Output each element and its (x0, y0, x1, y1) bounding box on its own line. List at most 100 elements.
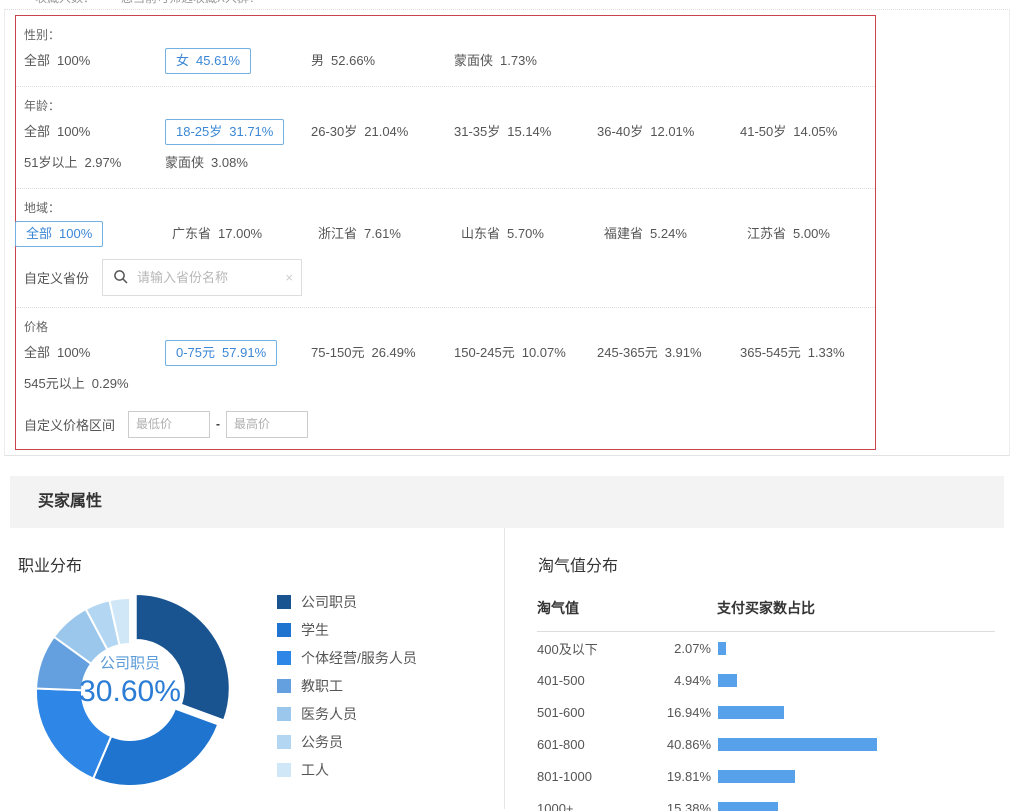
donut-slice-公司职员[interactable] (136, 594, 230, 720)
filter-option-price-245-365元[interactable]: 245-365元3.91% (597, 345, 702, 360)
age-section-label: 年龄： (24, 93, 875, 116)
filter-option-name: 全部 (26, 226, 52, 241)
donut-slice-学生[interactable] (93, 709, 218, 786)
filter-option-region-山东省[interactable]: 山东省5.70% (461, 226, 544, 241)
filter-option-region-福建省[interactable]: 福建省 5.24% (604, 226, 687, 241)
taoqi-table-header: 淘气值 支付买家数占比 (537, 598, 995, 632)
legend-item-公务员[interactable]: 公务员 (277, 728, 417, 756)
legend-swatch (277, 679, 291, 693)
buyer-attributes-body: 职业分布 公司职员 30.60% 公司职员学生个体经营/服务人员教职工医务人员公… (0, 528, 1014, 809)
filter-option-age-51岁以上[interactable]: 51岁以上2.97% (24, 155, 121, 170)
custom-province-label: 自定义省份 (24, 268, 89, 287)
donut-slice-个体经营/服务人员[interactable] (36, 688, 111, 778)
filter-option-value: 5.24% (650, 226, 687, 241)
filter-option-name: 山东省 (461, 226, 500, 241)
filter-option-name: 0-75元 (176, 345, 215, 360)
filter-option-age-36-40岁[interactable]: 36-40岁12.01% (597, 124, 694, 139)
filter-option-region-广东省[interactable]: 广东省17.00% (172, 226, 262, 241)
filter-option-gender-全部[interactable]: 全部100% (24, 53, 90, 68)
province-search-box[interactable]: × (102, 259, 302, 296)
filter-option-value: 17.00% (218, 226, 262, 241)
clear-search-icon[interactable]: × (285, 270, 293, 285)
taoqi-bar (718, 770, 795, 783)
legend-label: 教职工 (301, 676, 343, 696)
legend-swatch (277, 595, 291, 609)
legend-item-工人[interactable]: 工人 (277, 756, 417, 784)
legend-swatch (277, 651, 291, 665)
age-options-row: 全部100% 18-25岁31.71% 26-30岁21.04% 31-35岁15.1… (24, 116, 875, 147)
filter-option-gender-男[interactable]: 男52.66% (311, 53, 375, 68)
max-price-input[interactable] (226, 411, 308, 438)
filter-option-gender-蒙面侠[interactable]: 蒙面侠1.73% (454, 53, 537, 68)
filter-option-value: 5.00% (793, 226, 830, 241)
filter-option-age-蒙面侠[interactable]: 蒙面侠3.08% (165, 155, 248, 170)
filter-option-price-0-75元[interactable]: 0-75元57.91% (165, 340, 277, 366)
legend-item-医务人员[interactable]: 医务人员 (277, 700, 417, 728)
donut-svg[interactable] (14, 576, 246, 808)
filter-option-price-150-245元[interactable]: 150-245元10.07% (454, 345, 566, 360)
filter-option-value: 1.33% (808, 345, 845, 360)
filter-option-region-全部[interactable]: 全部100% (15, 221, 103, 247)
filter-slot: 广东省17.00% (172, 218, 318, 249)
legend-item-公司职员[interactable]: 公司职员 (277, 588, 417, 616)
filter-option-age-26-30岁[interactable]: 26-30岁21.04% (311, 124, 408, 139)
min-price-input[interactable] (128, 411, 210, 438)
collect-count-label: 收藏人数： (35, 0, 95, 5)
taoqi-bar (718, 674, 737, 687)
legend-item-学生[interactable]: 学生 (277, 616, 417, 644)
filter-option-value: 7.61% (364, 226, 401, 241)
filter-slot: 男52.66% (311, 45, 454, 76)
filter-slot: 江苏省5.00% (747, 218, 890, 249)
legend-item-个体经营/服务人员[interactable]: 个体经营/服务人员 (277, 644, 417, 672)
filter-option-value: 15.14% (507, 124, 551, 139)
filter-option-age-全部[interactable]: 全部100% (24, 124, 90, 139)
filter-slot: 31-35岁15.14% (454, 116, 597, 147)
filter-option-price-全部[interactable]: 全部 100% (24, 345, 90, 360)
taoqi-percent-value: 16.94% (657, 705, 711, 720)
filter-option-name: 女 (176, 53, 189, 68)
filter-option-name: 浙江省 (318, 226, 357, 241)
filter-option-value: 3.91% (665, 345, 702, 360)
filter-option-value: 100% (57, 345, 90, 360)
filter-section-age: 年龄： 全部100% 18-25岁31.71% 26-30岁21.04% 31-35岁1… (16, 86, 875, 188)
filter-option-value: 12.01% (650, 124, 694, 139)
range-dash: - (216, 417, 220, 431)
filter-option-age-31-35岁[interactable]: 31-35岁15.14% (454, 124, 551, 139)
province-search-input[interactable] (137, 270, 275, 285)
price-options-row: 全部 100% 0-75元57.91% 75-150元26.49% 150-245元10… (24, 337, 875, 368)
filter-option-name: 全部 (24, 124, 50, 139)
collect-count-row-clipped: 收藏人数：您当前可筛选收藏X人群？ (0, 0, 1014, 9)
filter-option-name: 男 (311, 53, 324, 68)
filter-option-name: 福建省 (604, 226, 643, 241)
taoqi-range-label: 801-1000 (537, 769, 657, 784)
taoqi-chart-title: 淘气值分布 (538, 552, 1014, 576)
region-section-label: 地域： (24, 195, 875, 218)
occupation-donut-chart[interactable]: 公司职员 30.60% (14, 576, 246, 808)
filter-option-value: 26.49% (371, 345, 415, 360)
taoqi-col-header-range: 淘气值 (537, 598, 717, 618)
filter-option-name: 365-545元 (740, 345, 801, 360)
filter-slot: 全部100% (24, 45, 165, 76)
collect-count-text: 收藏人数：您当前可筛选收藏X人群？ (35, 0, 287, 6)
filter-option-region-江苏省[interactable]: 江苏省5.00% (747, 226, 830, 241)
buyer-attributes-header: 买家属性 (10, 476, 1004, 528)
taoqi-row-601-800: 601-80040.86% (537, 728, 1014, 760)
taoqi-bar (718, 738, 877, 751)
filter-option-price-75-150元[interactable]: 75-150元26.49% (311, 345, 416, 360)
filter-slot: 蒙面侠1.73% (454, 45, 597, 76)
filter-slot: 36-40岁12.01% (597, 116, 740, 147)
filter-option-value: 14.05% (793, 124, 837, 139)
taoqi-bar (718, 642, 726, 655)
filter-option-name: 18-25岁 (176, 124, 222, 139)
price-section-label: 价格 (24, 314, 875, 337)
filter-slot: 浙江省 7.61% (318, 218, 461, 249)
filter-option-price-545元以上[interactable]: 545元以上0.29% (24, 376, 129, 391)
filter-option-gender-女[interactable]: 女45.61% (165, 48, 251, 74)
filter-option-age-18-25岁[interactable]: 18-25岁31.71% (165, 119, 284, 145)
taoqi-bar (718, 802, 778, 811)
filter-option-region-浙江省[interactable]: 浙江省 7.61% (318, 226, 401, 241)
legend-item-教职工[interactable]: 教职工 (277, 672, 417, 700)
filter-option-age-41-50岁[interactable]: 41-50岁14.05% (740, 124, 837, 139)
filter-option-price-365-545元[interactable]: 365-545元 1.33% (740, 345, 845, 360)
filter-option-name: 全部 (24, 345, 50, 360)
